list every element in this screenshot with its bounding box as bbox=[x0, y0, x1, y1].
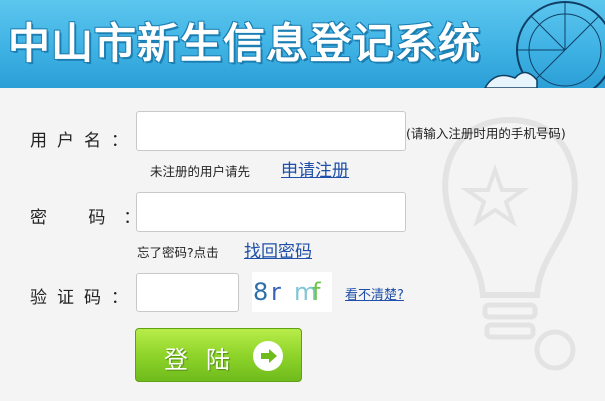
username-input[interactable] bbox=[136, 111, 406, 151]
captcha-char: f bbox=[312, 278, 321, 306]
captcha-char: 8 bbox=[253, 278, 269, 306]
login-button[interactable]: 登陆 bbox=[135, 328, 302, 382]
captcha-char: r bbox=[271, 278, 281, 306]
forgot-password-prompt: 忘了密码?点击 bbox=[137, 245, 219, 260]
username-hint: (请输入注册时用的手机号码) bbox=[406, 126, 566, 141]
arrow-right-icon bbox=[253, 341, 283, 371]
login-button-label: 登陆 bbox=[164, 346, 248, 374]
register-prompt: 未注册的用户请先 bbox=[150, 164, 251, 179]
captcha-input[interactable] bbox=[136, 273, 239, 312]
header-banner: 中山市新生信息登记系统 bbox=[0, 0, 605, 88]
captcha-image[interactable]: 8 r m f bbox=[252, 272, 332, 312]
captcha-refresh-link[interactable]: 看不清楚? bbox=[345, 284, 404, 303]
forgot-password-link[interactable]: 找回密码 bbox=[244, 237, 312, 262]
ferris-wheel-illustration bbox=[484, 1, 605, 88]
register-link[interactable]: 申请注册 bbox=[281, 156, 349, 181]
password-input[interactable] bbox=[136, 192, 406, 232]
system-title: 中山市新生信息登记系统 bbox=[8, 19, 482, 68]
lightbulb-background-illustration bbox=[442, 116, 578, 371]
captcha-label: 验证码： bbox=[30, 288, 138, 308]
username-label: 用户名： bbox=[30, 131, 138, 151]
